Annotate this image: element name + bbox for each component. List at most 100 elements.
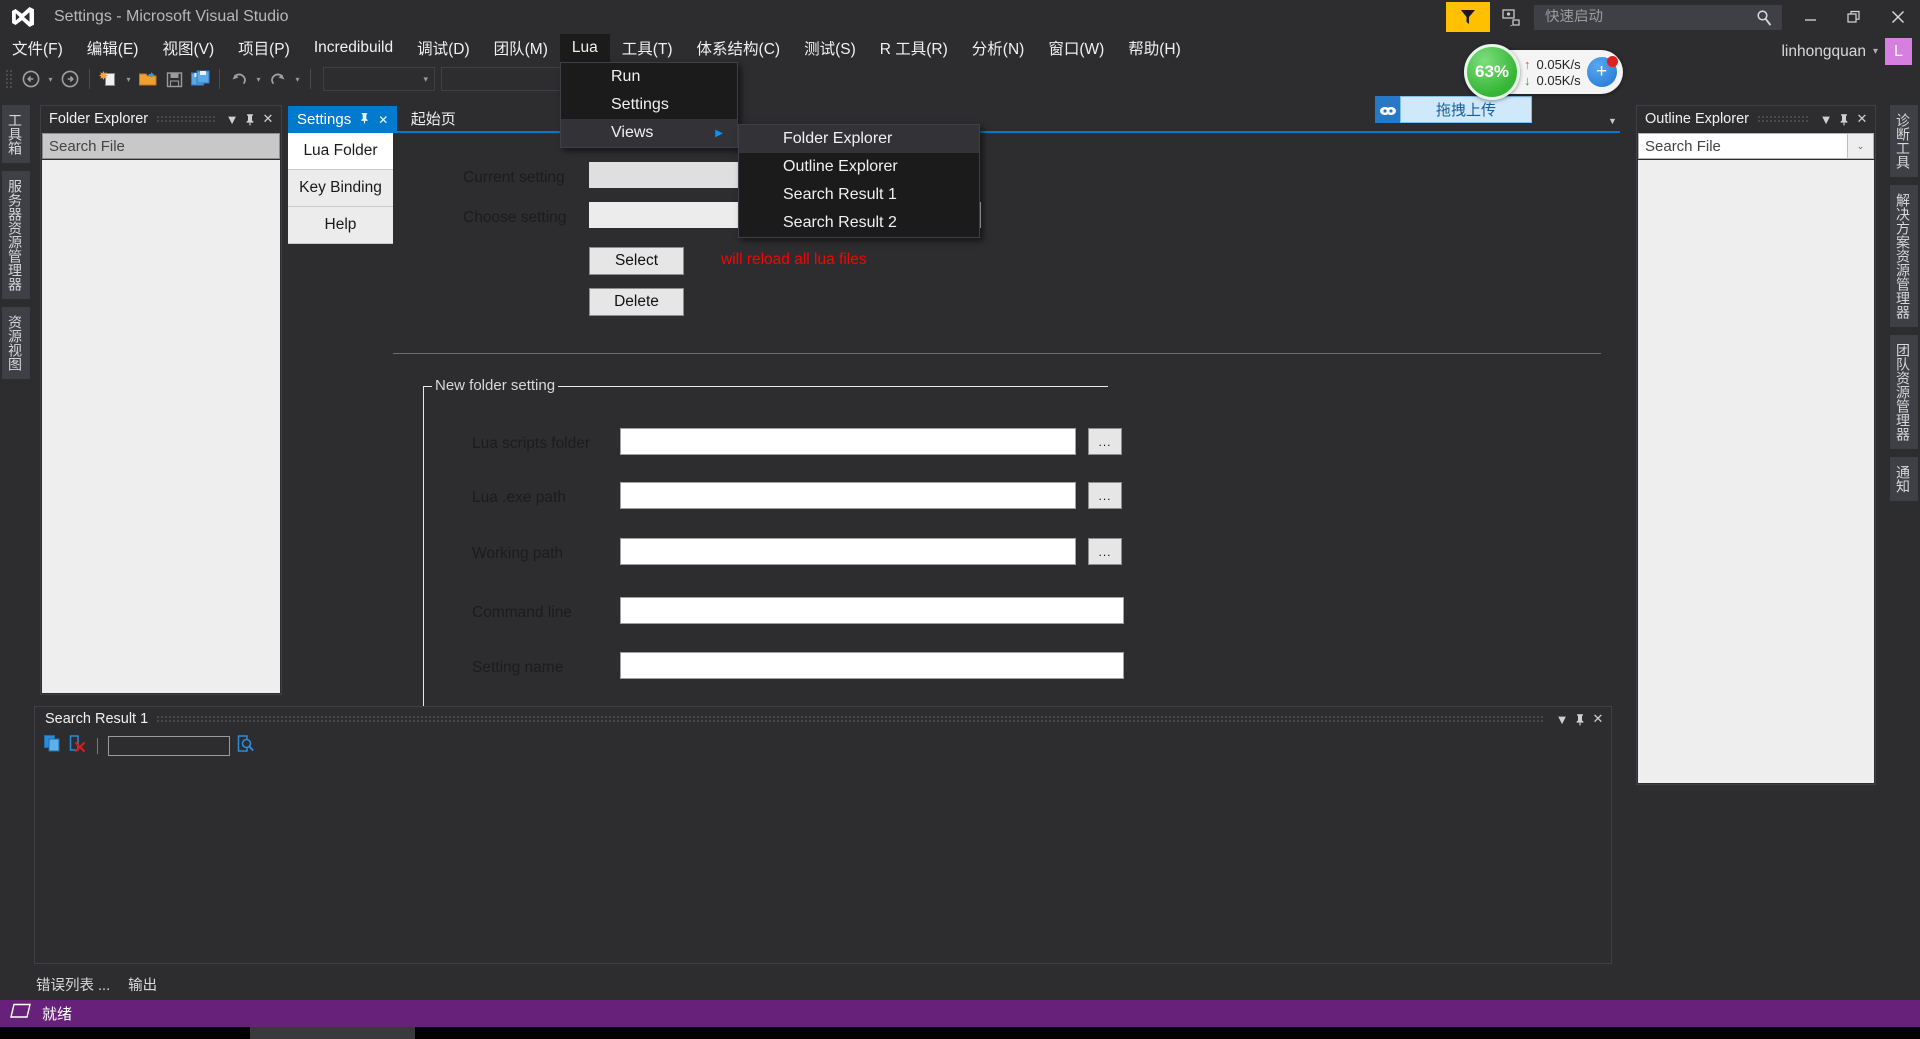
menu-option-run[interactable]: Run xyxy=(561,63,737,91)
network-monitor-widget[interactable]: 63% ↑ 0.05K/s ↓ 0.05K/s + xyxy=(1464,44,1623,100)
folder-explorer-tree[interactable] xyxy=(42,160,280,693)
new-file-icon[interactable] xyxy=(96,66,122,92)
quick-launch-box[interactable] xyxy=(1534,4,1782,30)
remove-file-icon[interactable] xyxy=(68,734,87,758)
redo-dropdown-caret[interactable]: ▾ xyxy=(291,66,304,92)
delete-button[interactable]: Delete xyxy=(589,288,684,316)
dock-tab-diagnostic-tools[interactable]: 诊断工具 xyxy=(1890,105,1918,177)
close-icon[interactable]: ✕ xyxy=(378,113,388,127)
menu-item-tools[interactable]: 工具(T) xyxy=(610,34,685,62)
send-feedback-icon[interactable] xyxy=(1494,2,1528,32)
configuration-combo[interactable]: ▾ xyxy=(323,67,435,91)
submenu-option-outline-explorer[interactable]: Outline Explorer xyxy=(739,153,979,181)
settings-tab-lua-folder[interactable]: Lua Folder xyxy=(288,133,393,170)
setting-name-input[interactable] xyxy=(620,652,1124,679)
pin-icon[interactable] xyxy=(1571,709,1589,729)
dock-tab-server-explorer[interactable]: 服务器资源管理器 xyxy=(2,171,30,299)
undo-dropdown-caret[interactable]: ▾ xyxy=(252,66,265,92)
dock-tab-toolbox[interactable]: 工具箱 xyxy=(2,105,30,163)
lua-scripts-folder-browse-button[interactable]: ... xyxy=(1088,428,1122,455)
save-icon[interactable] xyxy=(161,66,187,92)
search-result-filter-input[interactable] xyxy=(108,736,230,756)
minimize-button[interactable] xyxy=(1788,0,1832,34)
outline-explorer-search[interactable]: ⌄ xyxy=(1638,133,1874,159)
dock-tab-team-explorer[interactable]: 团队资源管理器 xyxy=(1890,335,1918,449)
dock-tab-solution-explorer[interactable]: 解决方案资源管理器 xyxy=(1890,185,1918,327)
bottom-tab-output[interactable]: 输出 xyxy=(128,974,157,995)
pin-icon[interactable] xyxy=(241,109,259,129)
close-icon[interactable]: ✕ xyxy=(1853,109,1871,129)
settings-tab-help[interactable]: Help xyxy=(288,207,393,244)
menu-item-analyze[interactable]: 分析(N) xyxy=(960,34,1037,62)
chevron-down-icon[interactable]: ▼ xyxy=(1817,109,1835,129)
menu-option-settings[interactable]: Settings xyxy=(561,91,737,119)
toolbar-grip[interactable] xyxy=(4,68,14,90)
panel-drag-dots[interactable] xyxy=(1756,115,1809,123)
lua-scripts-folder-input[interactable] xyxy=(620,428,1076,455)
working-path-browse-button[interactable]: ... xyxy=(1088,538,1122,565)
menu-item-test[interactable]: 测试(S) xyxy=(792,34,868,62)
bottom-tab-error-list[interactable]: 错误列表 ... xyxy=(36,974,110,995)
menu-item-window[interactable]: 窗口(W) xyxy=(1036,34,1116,62)
chevron-down-icon[interactable]: ▼ xyxy=(1553,709,1571,729)
menu-item-team[interactable]: 团队(M) xyxy=(482,34,560,62)
add-button[interactable]: + xyxy=(1586,56,1618,87)
pin-icon[interactable] xyxy=(359,112,370,127)
feedback-flag-icon[interactable] xyxy=(1446,2,1490,32)
menu-item-file[interactable]: 文件(F) xyxy=(0,34,75,62)
user-account-area[interactable]: linhongquan ▾ L xyxy=(1781,38,1912,65)
undo-icon[interactable] xyxy=(226,66,252,92)
menu-item-architecture[interactable]: 体系结构(C) xyxy=(685,34,793,62)
menu-item-view[interactable]: 视图(V) xyxy=(150,34,226,62)
outline-explorer-tree[interactable] xyxy=(1638,160,1874,783)
close-button[interactable] xyxy=(1876,0,1920,34)
navigate-forward-icon[interactable] xyxy=(57,66,83,92)
panel-drag-dots[interactable] xyxy=(156,115,215,123)
panel-drag-dots[interactable] xyxy=(156,715,1545,723)
chevron-down-icon[interactable]: ▾ xyxy=(1873,46,1878,57)
select-button[interactable]: Select xyxy=(589,247,684,275)
folder-search-input[interactable] xyxy=(43,137,279,155)
save-all-icon[interactable] xyxy=(187,66,213,92)
menu-item-debug[interactable]: 调试(D) xyxy=(405,34,482,62)
submenu-option-search-result-2[interactable]: Search Result 2 xyxy=(739,209,979,237)
lua-exe-path-browse-button[interactable]: ... xyxy=(1088,482,1122,509)
network-rate-pill[interactable]: 63% ↑ 0.05K/s ↓ 0.05K/s + xyxy=(1464,44,1623,100)
working-path-input[interactable] xyxy=(620,538,1076,565)
navigate-back-icon[interactable] xyxy=(18,66,44,92)
menu-item-lua[interactable]: Lua xyxy=(559,34,610,62)
chevron-down-icon[interactable]: ⌄ xyxy=(1847,134,1873,158)
editor-tab-settings[interactable]: Settings ✕ xyxy=(288,106,398,133)
open-folder-icon[interactable] xyxy=(135,66,161,92)
dock-tab-notifications[interactable]: 通知 xyxy=(1890,457,1918,501)
close-icon[interactable]: ✕ xyxy=(1589,709,1607,729)
tab-overflow-chevron-icon[interactable]: ▼ xyxy=(1608,116,1617,126)
menu-item-help[interactable]: 帮助(H) xyxy=(1116,34,1193,62)
cloud-upload-icon[interactable] xyxy=(1375,96,1401,123)
outline-search-input[interactable] xyxy=(1639,137,1847,155)
chevron-down-icon[interactable]: ▼ xyxy=(223,109,241,129)
menu-option-views[interactable]: Views ▶ xyxy=(561,119,737,147)
quick-launch-input[interactable] xyxy=(1535,9,1735,25)
new-file-dropdown-caret[interactable]: ▾ xyxy=(122,66,135,92)
menu-item-edit[interactable]: 编辑(E) xyxy=(75,34,151,62)
submenu-option-folder-explorer[interactable]: Folder Explorer xyxy=(739,125,979,153)
editor-tab-start-page[interactable]: 起始页 xyxy=(402,105,465,132)
submenu-option-search-result-1[interactable]: Search Result 1 xyxy=(739,181,979,209)
upload-badge[interactable]: 拖拽上传 xyxy=(1400,96,1532,123)
menu-item-rtools[interactable]: R 工具(R) xyxy=(868,34,960,62)
lua-exe-path-input[interactable] xyxy=(620,482,1076,509)
redo-icon[interactable] xyxy=(265,66,291,92)
dock-tab-resource-view[interactable]: 资源视图 xyxy=(2,307,30,379)
command-line-input[interactable] xyxy=(620,597,1124,624)
cpu-usage-gauge[interactable]: 63% xyxy=(1464,44,1520,100)
settings-tab-key-binding[interactable]: Key Binding xyxy=(288,170,393,207)
avatar[interactable]: L xyxy=(1885,38,1912,65)
menu-item-incredibuild[interactable]: Incredibuild xyxy=(302,34,405,62)
restore-button[interactable] xyxy=(1832,0,1876,34)
menu-item-project[interactable]: 项目(P) xyxy=(226,34,302,62)
copy-icon[interactable] xyxy=(43,734,62,758)
pin-icon[interactable] xyxy=(1835,109,1853,129)
folder-explorer-search[interactable] xyxy=(42,133,280,159)
find-in-document-icon[interactable] xyxy=(236,734,255,758)
